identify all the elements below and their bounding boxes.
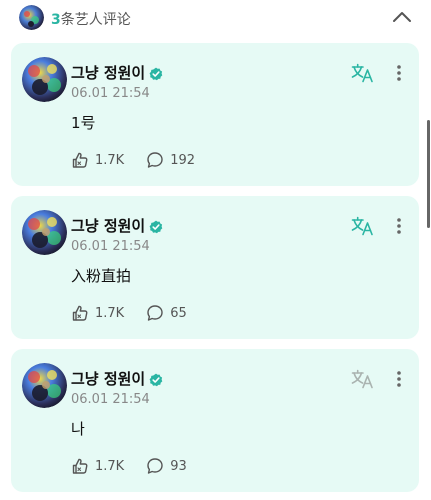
- name-row: 그냥 정원이: [71, 215, 163, 236]
- scrollbar[interactable]: [427, 120, 430, 228]
- comments-title: 3条艺人评论: [51, 9, 131, 29]
- comment-actions: 1.7K 192: [71, 151, 217, 169]
- avatar[interactable]: [22, 210, 67, 255]
- verified-check-icon: [149, 66, 163, 80]
- like-button[interactable]: 1.7K: [71, 304, 124, 322]
- name-row: 그냥 정원이: [71, 62, 163, 83]
- comment-card-2: 그냥 정원이 06.01 21:54 入粉直拍 1.7K 65: [11, 196, 419, 339]
- comment-card-3: 그냥 정원이 06.01 21:54 나 1.7K 93: [11, 349, 419, 492]
- comment-bubble-icon: [146, 457, 164, 475]
- name-row: 그냥 정원이: [71, 368, 163, 389]
- user-name[interactable]: 그냥 정원이: [71, 62, 145, 83]
- comments-header: 3条艺人评论: [0, 0, 431, 36]
- like-hand-icon: [71, 304, 89, 322]
- artist-comments-panel: 3条艺人评论 그냥 정원이 06.01 21:54 1号 1.7K 192 그냥…: [0, 0, 431, 500]
- translate-icon[interactable]: [351, 369, 375, 389]
- comment-text: 入粉直拍: [71, 267, 132, 285]
- comment-actions: 1.7K 93: [71, 457, 209, 475]
- comments-count: 3: [51, 12, 61, 28]
- avatar[interactable]: [22, 57, 67, 102]
- reply-count: 65: [170, 305, 187, 321]
- like-count: 1.7K: [95, 152, 125, 168]
- comment-time: 06.01 21:54: [71, 392, 150, 407]
- like-button[interactable]: 1.7K: [71, 151, 124, 169]
- like-count: 1.7K: [95, 458, 125, 474]
- comment-bubble-icon: [146, 151, 164, 169]
- like-hand-icon: [71, 151, 89, 169]
- comment-text: 1号: [71, 114, 96, 132]
- reply-button[interactable]: 192: [146, 151, 195, 169]
- comment-card-1: 그냥 정원이 06.01 21:54 1号 1.7K 192: [11, 43, 419, 186]
- more-vertical-icon[interactable]: [392, 63, 406, 83]
- comments-title-text: 条艺人评论: [60, 12, 131, 28]
- reply-count: 192: [170, 152, 196, 168]
- reply-button[interactable]: 65: [146, 304, 187, 322]
- like-count: 1.7K: [95, 305, 125, 321]
- header-avatar: [19, 5, 44, 30]
- comment-actions: 1.7K 65: [71, 304, 209, 322]
- comment-time: 06.01 21:54: [71, 239, 150, 254]
- like-hand-icon: [71, 457, 89, 475]
- verified-check-icon: [149, 372, 163, 386]
- more-vertical-icon[interactable]: [392, 216, 406, 236]
- user-name[interactable]: 그냥 정원이: [71, 215, 145, 236]
- comment-bubble-icon: [146, 304, 164, 322]
- comment-text: 나: [71, 420, 85, 438]
- reply-count: 93: [170, 458, 187, 474]
- more-vertical-icon[interactable]: [392, 369, 406, 389]
- verified-check-icon: [149, 219, 163, 233]
- user-name[interactable]: 그냥 정원이: [71, 368, 145, 389]
- chevron-up-icon[interactable]: [390, 8, 414, 26]
- reply-button[interactable]: 93: [146, 457, 187, 475]
- avatar[interactable]: [22, 363, 67, 408]
- translate-icon[interactable]: [351, 63, 375, 83]
- comment-time: 06.01 21:54: [71, 86, 150, 101]
- translate-icon[interactable]: [351, 216, 375, 236]
- like-button[interactable]: 1.7K: [71, 457, 124, 475]
